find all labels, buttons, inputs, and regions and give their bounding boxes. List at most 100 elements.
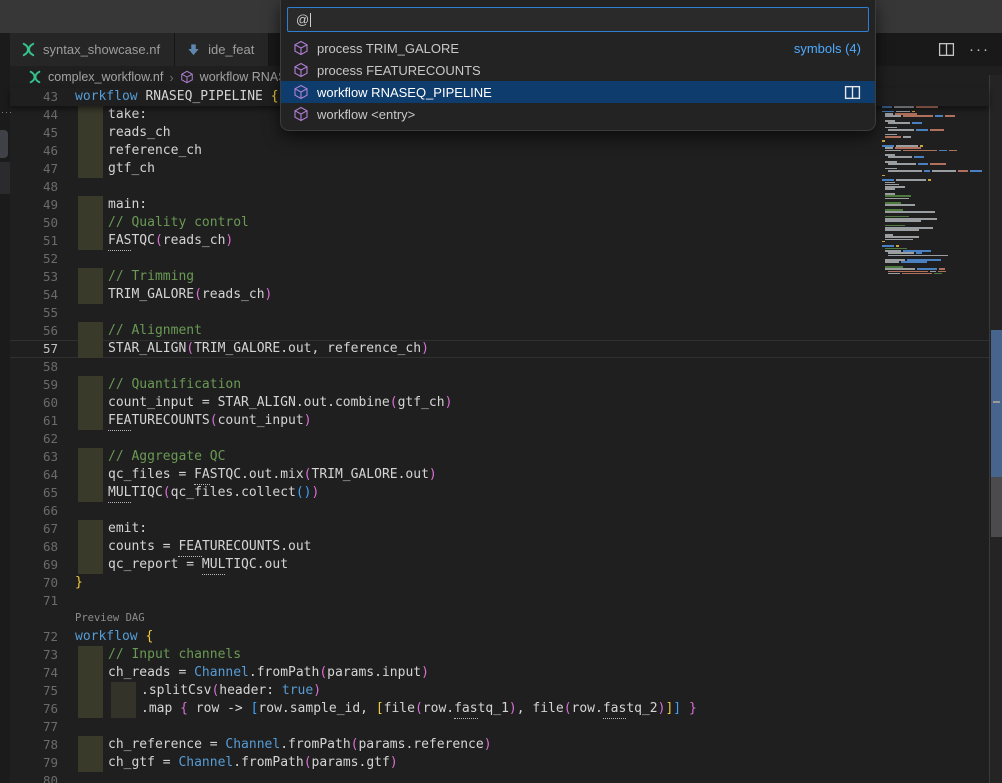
more-actions-icon[interactable]: ··· xyxy=(969,45,990,55)
line-content: // Quality control xyxy=(75,214,249,232)
line-number: 64 xyxy=(10,466,58,484)
codelens-preview-dag-link[interactable]: Preview DAG xyxy=(75,609,145,628)
code-line-60[interactable]: 60count_input = STAR_ALIGN.out.combine(g… xyxy=(10,394,989,412)
code-line-55[interactable]: 55 xyxy=(10,304,989,322)
code-line-50[interactable]: 50// Quality control xyxy=(10,214,989,232)
code-line-52[interactable]: 52 xyxy=(10,250,989,268)
tab-syntax_showcase.nf[interactable]: syntax_showcase.nf xyxy=(10,33,175,66)
indent-guide-block xyxy=(78,214,103,232)
line-content: workflow RNASEQ_PIPELINE { xyxy=(75,88,279,106)
code-token: tq_2 xyxy=(626,700,657,718)
line-number: 80 xyxy=(10,772,58,783)
code-line-46[interactable]: 46reference_ch xyxy=(10,142,989,160)
code-line-61[interactable]: 61FEATURECOUNTS(count_input) xyxy=(10,412,989,430)
minimap-segment xyxy=(903,136,911,138)
quick-pick-query: @ xyxy=(296,12,309,27)
line-content: STAR_ALIGN(TRIM_GALORE.out, reference_ch… xyxy=(75,340,429,358)
code-editor[interactable]: 44take:45reads_ch46reference_ch47gtf_ch4… xyxy=(10,106,989,783)
code-line-77[interactable]: 77 xyxy=(10,718,989,736)
split-editor-icon[interactable] xyxy=(938,41,955,58)
code-line-59[interactable]: 59// Quantification xyxy=(10,376,989,394)
left-strip-handle[interactable] xyxy=(0,130,8,158)
split-editor-icon[interactable] xyxy=(844,84,861,101)
indent-guide-block xyxy=(78,466,103,484)
code-token: // Trimming xyxy=(108,268,194,286)
minimap-segment xyxy=(885,150,901,152)
minimap[interactable] xyxy=(882,88,988,275)
minimap-segment xyxy=(882,175,885,177)
line-number: 53 xyxy=(10,268,58,286)
code-line-72[interactable]: 72workflow { xyxy=(10,628,989,646)
tab-ide_feat[interactable]: ide_feat xyxy=(175,33,269,66)
code-token: STAR_ALIGN xyxy=(108,340,186,358)
quick-pick-item-process-trim-galore[interactable]: process TRIM_GALOREsymbols (4) xyxy=(281,37,875,59)
code-line-54[interactable]: 54TRIM_GALORE(reads_ch) xyxy=(10,286,989,304)
code-line-49[interactable]: 49main: xyxy=(10,196,989,214)
minimap-segment xyxy=(958,170,968,172)
indent-guide-block xyxy=(78,340,103,358)
indent-guide-block xyxy=(78,124,103,142)
code-line-74[interactable]: 74ch_reads = Channel.fromPath(params.inp… xyxy=(10,664,989,682)
indent-guide-block xyxy=(78,682,103,700)
code-token: params.reference xyxy=(358,736,483,754)
quick-pick-item-workflow-entry-[interactable]: workflow <entry> xyxy=(281,103,875,125)
minimap-segment xyxy=(918,163,928,165)
code-token: ch_reference = xyxy=(108,736,225,754)
minimap-segment xyxy=(888,156,912,158)
code-token: main: xyxy=(108,196,147,214)
code-line-65[interactable]: 65MULTIQC(qc_files.collect()) xyxy=(10,484,989,502)
code-token: TRIM_GALORE.out xyxy=(312,466,429,484)
code-line-79[interactable]: 79ch_gtf = Channel.fromPath(params.gtf) xyxy=(10,754,989,772)
line-content: reference_ch xyxy=(75,142,202,160)
line-number: 71 xyxy=(10,592,58,610)
code-token: emit: xyxy=(108,520,147,538)
code-token: fas xyxy=(603,700,626,719)
code-line-64[interactable]: 64qc_files = FASTQC.out.mix(TRIM_GALORE.… xyxy=(10,466,989,484)
code-line-62[interactable]: 62 xyxy=(10,430,989,448)
code-line-58[interactable]: 58 xyxy=(10,358,989,376)
code-token: FAS xyxy=(108,232,131,251)
breadcrumb-file[interactable]: complex_workflow.nf xyxy=(48,70,163,84)
code-token: row.sample_id, xyxy=(258,700,375,718)
code-line-66[interactable]: 66 xyxy=(10,502,989,520)
code-line-80[interactable]: 80 xyxy=(10,772,989,783)
code-line-53[interactable]: 53 // Trimming xyxy=(10,268,989,286)
quick-pick-input[interactable]: @ xyxy=(287,7,869,32)
quick-pick-item-label: process TRIM_GALORE xyxy=(317,41,459,56)
symbol-cube-icon xyxy=(180,70,194,84)
line-number: 58 xyxy=(10,358,58,376)
minimap-segment xyxy=(885,220,921,222)
code-token: qc_report = xyxy=(108,556,202,574)
code-line-73[interactable]: 73// Input channels xyxy=(10,646,989,664)
code-line-71[interactable]: 71 xyxy=(10,592,989,610)
line-number: 56 xyxy=(10,322,58,340)
code-line-48[interactable]: 48 xyxy=(10,178,989,196)
code-line-75[interactable]: 75.splitCsv(header: true) xyxy=(10,682,989,700)
right-panel-divider xyxy=(993,401,1000,403)
code-line-57[interactable]: 57STAR_ALIGN(TRIM_GALORE.out, reference_… xyxy=(10,340,989,358)
line-number: 67 xyxy=(10,520,58,538)
code-line-47[interactable]: 47gtf_ch xyxy=(10,160,989,178)
code-line-67[interactable]: 67 emit: xyxy=(10,520,989,538)
line-number: 44 xyxy=(10,106,58,124)
code-line-69[interactable]: 69qc_report = MULTIQC.out xyxy=(10,556,989,574)
line-number: 54 xyxy=(10,286,58,304)
line-content: .map { row -> [row.sample_id, [file(row.… xyxy=(75,700,697,718)
code-token: ) xyxy=(421,340,429,358)
code-line-51[interactable]: 51FASTQC(reads_ch) xyxy=(10,232,989,250)
code-token: gtf_ch xyxy=(398,394,445,412)
line-content: FEATURECOUNTS(count_input) xyxy=(75,412,312,430)
minimap-segment xyxy=(932,170,956,172)
code-token: ) xyxy=(509,700,517,718)
quick-pick-item-process-featurecounts[interactable]: process FEATURECOUNTS xyxy=(281,59,875,81)
code-line-70[interactable]: 70} xyxy=(10,574,989,592)
code-line-78[interactable]: 78ch_reference = Channel.fromPath(params… xyxy=(10,736,989,754)
quick-pick-item-workflow-rnaseq-pipeline[interactable]: workflow RNASEQ_PIPELINE xyxy=(281,81,875,103)
code-line-56[interactable]: 56// Alignment xyxy=(10,322,989,340)
minimap-segment xyxy=(885,136,901,138)
quick-pick-list: process TRIM_GALOREsymbols (4)process FE… xyxy=(281,37,875,125)
code-line-63[interactable]: 63// Aggregate QC xyxy=(10,448,989,466)
code-line-76[interactable]: 76.map { row -> [row.sample_id, [file(ro… xyxy=(10,700,989,718)
right-panel-gray-block xyxy=(991,477,1002,537)
code-line-68[interactable]: 68counts = FEATURECOUNTS.out xyxy=(10,538,989,556)
